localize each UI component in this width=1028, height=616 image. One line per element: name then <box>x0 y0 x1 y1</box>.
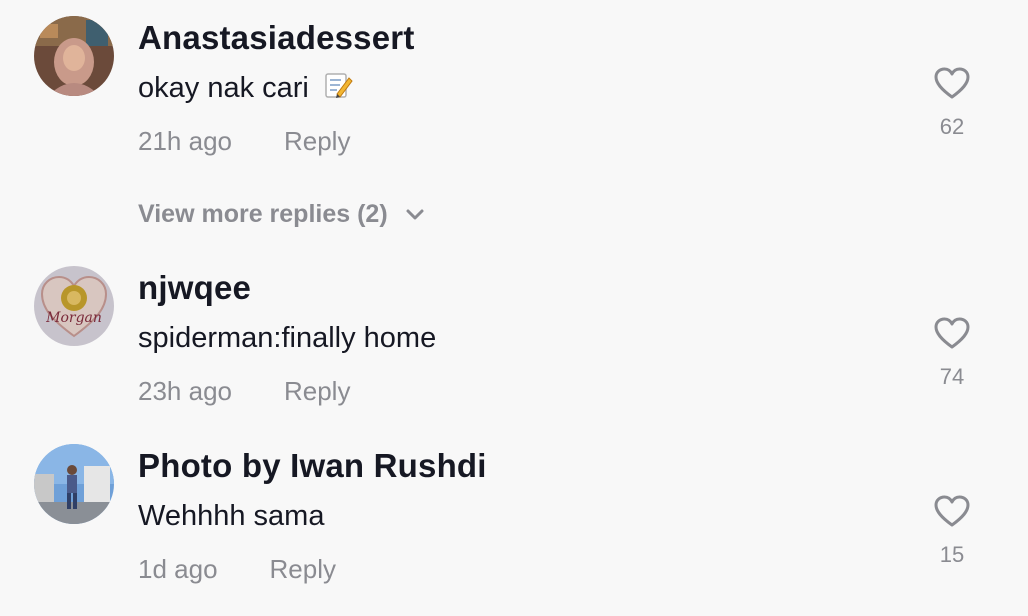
view-more-replies-label: View more replies (2) <box>138 200 388 228</box>
avatar[interactable]: Morgan <box>34 266 114 346</box>
comment-meta: 1d ago Reply <box>138 553 336 585</box>
view-more-replies-button[interactable]: View more replies (2) <box>138 198 425 230</box>
svg-text:Morgan: Morgan <box>45 310 102 326</box>
like-button[interactable]: 74 <box>926 316 978 390</box>
reply-button[interactable]: Reply <box>284 126 350 156</box>
comment-meta: 21h ago Reply <box>138 125 350 157</box>
comment-text-content: okay nak cari <box>138 72 309 105</box>
heart-icon <box>934 495 970 527</box>
comment-timestamp: 21h ago <box>138 126 232 156</box>
like-button[interactable]: 62 <box>926 66 978 140</box>
like-button[interactable]: 15 <box>926 494 978 568</box>
like-count: 74 <box>939 364 965 389</box>
reply-button[interactable]: Reply <box>284 376 350 406</box>
heart-icon <box>934 67 970 99</box>
comment-timestamp: 23h ago <box>138 376 232 406</box>
avatar[interactable] <box>34 16 114 96</box>
comment-username[interactable]: Photo by Iwan Rushdi <box>138 446 487 486</box>
reply-button[interactable]: Reply <box>270 554 336 584</box>
memo-emoji-icon <box>323 70 353 109</box>
comment-text: Wehhhh sama <box>138 500 325 532</box>
comment-meta: 23h ago Reply <box>138 375 350 407</box>
comment-text: spiderman:finally home <box>138 322 437 354</box>
like-count: 15 <box>939 542 965 567</box>
comment-timestamp: 1d ago <box>138 554 218 584</box>
comment-text: okay nak cari <box>138 70 353 109</box>
avatar[interactable] <box>34 444 114 524</box>
like-count: 62 <box>939 114 965 139</box>
chevron-down-icon <box>406 209 424 220</box>
heart-icon <box>934 317 970 349</box>
comment-username[interactable]: Anastasiadessert <box>138 18 415 58</box>
comment-username[interactable]: njwqee <box>138 268 251 308</box>
